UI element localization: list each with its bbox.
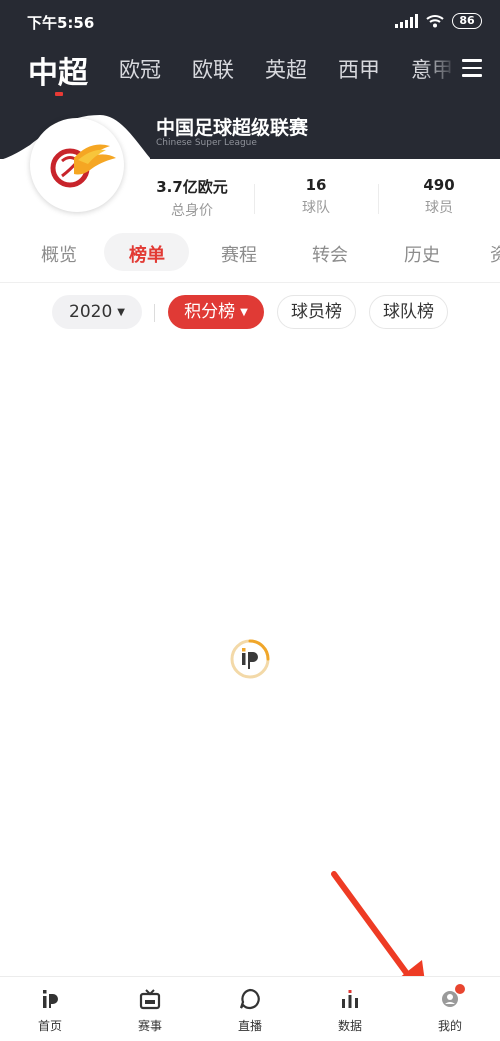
tab-schedule[interactable]: 赛程 bbox=[221, 241, 257, 267]
filter-divider bbox=[154, 304, 155, 322]
home-logo-icon bbox=[38, 987, 62, 1011]
chat-bubble-icon bbox=[238, 987, 262, 1011]
league-tab-uel[interactable]: 欧联 bbox=[192, 54, 234, 84]
stat-label: 球员 bbox=[425, 200, 453, 216]
stat-value: 490 bbox=[423, 176, 455, 194]
league-name: 中国足球超级联赛 bbox=[156, 117, 309, 139]
profile-icon bbox=[438, 984, 465, 1011]
stat-label: 总身价 bbox=[171, 203, 213, 219]
nav-matches[interactable]: 赛事 bbox=[120, 987, 180, 1034]
tab-history[interactable]: 历史 bbox=[404, 241, 440, 267]
league-tab-ucl[interactable]: 欧冠 bbox=[119, 54, 161, 84]
status-icons: 86 bbox=[395, 13, 482, 29]
nav-label: 首页 bbox=[37, 1019, 62, 1033]
season-value: 2020 bbox=[69, 302, 113, 322]
stat-players: 490 球员 bbox=[378, 176, 500, 217]
battery-icon: 86 bbox=[452, 13, 482, 29]
nav-label: 数据 bbox=[337, 1019, 362, 1033]
stat-label: 球队 bbox=[302, 200, 330, 216]
stat-value: 16 bbox=[305, 176, 327, 194]
nav-home[interactable]: 首页 bbox=[20, 987, 80, 1034]
league-subtitle: Chinese Super League bbox=[156, 138, 257, 148]
tab-rankings[interactable]: 榜单 bbox=[129, 241, 165, 267]
league-tabs: 中超 欧冠 欧联 英超 西甲 意甲 bbox=[0, 46, 500, 96]
chevron-down-icon: ▼ bbox=[117, 307, 125, 318]
nav-label: 直播 bbox=[237, 1019, 262, 1033]
status-bar: 下午5:56 86 bbox=[0, 0, 500, 44]
standings-button[interactable]: 积分榜 ▼ bbox=[168, 295, 264, 329]
stat-value: 3.7亿欧元 bbox=[156, 178, 228, 196]
chevron-down-icon: ▼ bbox=[240, 307, 248, 318]
nav-label: 我的 bbox=[437, 1019, 462, 1033]
tab-transfers[interactable]: 转会 bbox=[312, 241, 348, 267]
league-logo bbox=[30, 118, 124, 212]
league-tab-csl[interactable]: 中超 bbox=[28, 48, 88, 92]
csl-logo-icon bbox=[50, 144, 116, 188]
league-tab-epl[interactable]: 英超 bbox=[265, 54, 307, 84]
stat-teams: 16 球队 bbox=[254, 176, 378, 217]
standings-label: 积分榜 bbox=[184, 302, 236, 322]
status-time: 下午5:56 bbox=[27, 14, 95, 32]
loading-spinner-icon bbox=[230, 639, 270, 679]
bar-chart-icon bbox=[338, 987, 362, 1011]
tv-icon bbox=[138, 987, 162, 1011]
tabs-fade-mask bbox=[422, 46, 500, 96]
bottom-nav: 首页 赛事 直播 数据 我的 bbox=[0, 976, 500, 1041]
wifi-icon bbox=[426, 15, 444, 28]
nav-profile[interactable]: 我的 bbox=[420, 984, 480, 1034]
signal-icon bbox=[395, 14, 418, 28]
active-league-indicator bbox=[55, 92, 63, 96]
section-tabs: 概览 榜单 赛程 转会 历史 资 bbox=[0, 230, 500, 274]
nav-data[interactable]: 数据 bbox=[320, 987, 380, 1034]
tab-more[interactable]: 资 bbox=[490, 241, 500, 267]
tabs-divider bbox=[0, 282, 500, 283]
filter-row: 2020 ▼ 积分榜 ▼ 球员榜 球队榜 bbox=[0, 292, 500, 332]
menu-icon[interactable] bbox=[462, 59, 482, 77]
notification-dot bbox=[455, 984, 465, 994]
player-rankings-button[interactable]: 球员榜 bbox=[277, 295, 356, 329]
stat-market-value: 3.7亿欧元 总身价 bbox=[130, 176, 254, 220]
tab-overview[interactable]: 概览 bbox=[41, 241, 77, 267]
season-selector[interactable]: 2020 ▼ bbox=[52, 295, 142, 329]
team-rankings-button[interactable]: 球队榜 bbox=[369, 295, 448, 329]
league-tab-laliga[interactable]: 西甲 bbox=[338, 54, 380, 84]
nav-label: 赛事 bbox=[137, 1019, 162, 1033]
league-stats: 3.7亿欧元 总身价 16 球队 490 球员 bbox=[130, 176, 500, 222]
nav-live[interactable]: 直播 bbox=[220, 987, 280, 1034]
